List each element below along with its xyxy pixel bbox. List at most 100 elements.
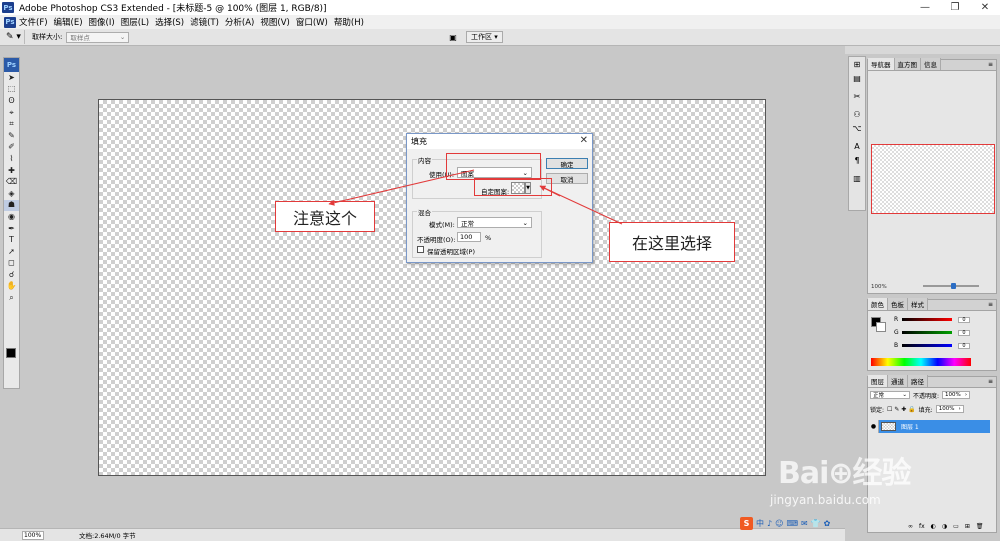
type-tool-icon[interactable]: T: [4, 234, 19, 246]
new-layer-icon[interactable]: ⊞: [965, 523, 970, 530]
paragraph-icon[interactable]: ¶: [849, 153, 865, 167]
lasso-tool-icon[interactable]: ʘ: [4, 95, 19, 107]
pen-tool-icon[interactable]: ✒: [4, 223, 19, 235]
foreground-color-swatch[interactable]: [6, 348, 16, 358]
panel-menu-icon[interactable]: ≡: [988, 301, 993, 308]
brush-tool-icon[interactable]: ⌇: [4, 153, 19, 165]
eyedropper-icon[interactable]: ✎ ▾: [3, 30, 25, 44]
hand-tool-icon[interactable]: ✋: [4, 281, 19, 293]
tab-channels[interactable]: 通道: [888, 375, 908, 387]
layer-opacity-input[interactable]: 100% ›: [942, 391, 971, 399]
blue-slider-row[interactable]: B 0: [894, 341, 994, 350]
menu-window[interactable]: 窗口(W): [293, 16, 331, 28]
history-brush-icon[interactable]: ⌫: [4, 176, 19, 188]
blend-mode-select[interactable]: 正常 ⌄: [870, 391, 910, 399]
slice-tool-icon[interactable]: ✎: [4, 130, 19, 142]
link-layers-icon[interactable]: ∞: [908, 523, 913, 530]
bridge-icon[interactable]: ▣: [446, 31, 460, 43]
layer-comps-icon[interactable]: ⊞: [849, 57, 865, 71]
layer-name[interactable]: 图层 1: [901, 422, 919, 431]
move-tool-icon[interactable]: ➤: [4, 72, 19, 84]
path-select-icon[interactable]: ➚: [4, 246, 19, 258]
tab-styles[interactable]: 样式: [908, 298, 928, 310]
menu-help[interactable]: 帮助(H): [331, 16, 367, 28]
history-icon[interactable]: ▤: [849, 71, 865, 85]
sample-size-select[interactable]: 取样点 ⌄: [66, 31, 130, 43]
clone-stamp-icon[interactable]: ✚: [4, 165, 19, 177]
tab-info[interactable]: 信息: [921, 58, 941, 70]
cancel-button[interactable]: 取消: [546, 173, 588, 184]
navigator-zoom[interactable]: 100%: [871, 284, 887, 290]
trash-icon[interactable]: 🗑: [976, 523, 984, 530]
ime-skin-icon[interactable]: 👕: [811, 519, 821, 528]
fill-input[interactable]: 100% ›: [935, 405, 964, 413]
menu-select[interactable]: 选择(S): [152, 16, 187, 28]
opacity-input[interactable]: 100: [457, 232, 481, 242]
panel-menu-icon[interactable]: ≡: [988, 61, 993, 68]
tab-color[interactable]: 颜色: [868, 298, 888, 310]
restore-button[interactable]: ❐: [940, 0, 970, 15]
marquee-tool-icon[interactable]: ⬚: [4, 84, 19, 96]
lock-icons[interactable]: ☐ ✎ ✚ 🔒: [887, 406, 916, 413]
healing-brush-icon[interactable]: ✐: [4, 142, 19, 154]
ime-chinese-mode[interactable]: 中: [756, 518, 764, 529]
menu-filter[interactable]: 滤镜(T): [187, 16, 222, 28]
ime-mail-icon[interactable]: ✉: [801, 519, 808, 528]
ime-punctuation-icon[interactable]: ♪: [767, 519, 772, 528]
menu-file[interactable]: 文件(F): [16, 16, 51, 28]
actions-icon[interactable]: ▥: [849, 171, 865, 185]
workspace-button[interactable]: 工作区 ▾: [466, 31, 503, 43]
crop-tool-icon[interactable]: ⌗: [4, 118, 19, 130]
clone-source-icon[interactable]: ⌥: [849, 121, 865, 135]
green-value[interactable]: 0: [958, 329, 970, 336]
ime-keyboard-icon[interactable]: ⌨: [786, 519, 798, 528]
ime-emoji-icon[interactable]: ☺: [775, 519, 783, 528]
green-slider-row[interactable]: G 0: [894, 328, 994, 337]
gradient-tool-icon[interactable]: ☗: [4, 199, 19, 212]
shape-tool-icon[interactable]: ◻: [4, 258, 19, 270]
preserve-transparency-checkbox[interactable]: [417, 246, 424, 253]
navigator-zoom-knob[interactable]: [951, 283, 956, 289]
ok-button[interactable]: 确定: [546, 158, 588, 169]
tab-histogram[interactable]: 直方图: [894, 58, 921, 70]
tab-paths[interactable]: 路径: [908, 375, 928, 387]
tab-layers[interactable]: 图层: [868, 375, 888, 387]
background-color-chip[interactable]: [876, 322, 886, 332]
character-icon[interactable]: A: [849, 139, 865, 153]
close-button[interactable]: ✕: [970, 0, 1000, 15]
zoom-tool-icon[interactable]: ⌕: [4, 292, 19, 304]
menu-layer[interactable]: 图层(L): [118, 16, 152, 28]
document-info[interactable]: 文档:2.64M/0 字节: [79, 530, 136, 540]
menu-edit[interactable]: 编辑(E): [51, 16, 86, 28]
layer-style-icon[interactable]: fx: [919, 523, 925, 530]
adjustment-layer-icon[interactable]: ◑: [942, 523, 947, 530]
tab-swatches[interactable]: 色板: [888, 298, 908, 310]
menu-image[interactable]: 图像(I): [86, 16, 118, 28]
brushes-icon[interactable]: ⚇: [849, 107, 865, 121]
layer-row[interactable]: ● 图层 1: [869, 420, 990, 433]
eye-icon[interactable]: ●: [869, 420, 879, 433]
eraser-icon[interactable]: ◈: [4, 188, 19, 200]
menu-view[interactable]: 视图(V): [257, 16, 292, 28]
close-icon[interactable]: ✕: [580, 135, 588, 146]
sogou-icon[interactable]: S: [740, 516, 753, 530]
red-slider-row[interactable]: R 0: [894, 315, 994, 324]
layer-mask-icon[interactable]: ◐: [931, 523, 936, 530]
tab-navigator[interactable]: 导航器: [868, 58, 895, 70]
mode-select[interactable]: 正常 ⌄: [457, 217, 532, 228]
new-group-icon[interactable]: ▭: [953, 523, 959, 530]
tool-presets-icon[interactable]: ✂: [849, 89, 865, 103]
color-spectrum[interactable]: [871, 358, 971, 366]
red-slider[interactable]: [902, 318, 952, 321]
minimize-button[interactable]: —: [910, 0, 940, 15]
magic-wand-icon[interactable]: ⌖: [4, 107, 19, 119]
green-slider[interactable]: [902, 331, 952, 334]
blur-tool-icon[interactable]: ◉: [4, 211, 19, 223]
menu-analysis[interactable]: 分析(A): [222, 16, 257, 28]
ime-settings-icon[interactable]: ✿: [824, 519, 831, 528]
status-zoom-input[interactable]: 100%: [22, 530, 44, 540]
panel-menu-icon[interactable]: ≡: [988, 378, 993, 385]
notes-tool-icon[interactable]: ☌: [4, 269, 19, 281]
red-value[interactable]: 0: [958, 316, 970, 323]
navigator-preview[interactable]: [871, 144, 995, 214]
